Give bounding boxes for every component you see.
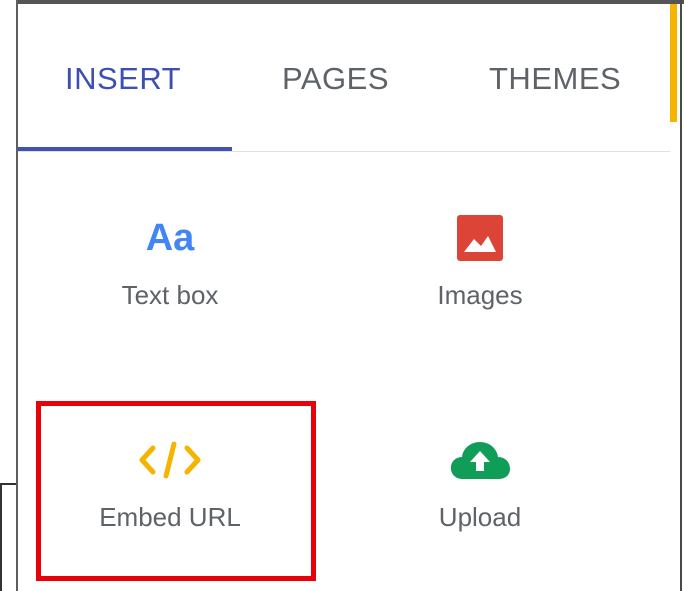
insert-panel-screen: INSERT PAGES THEMES Aa Text box Images E… <box>0 0 684 591</box>
upload-label: Upload <box>438 502 522 532</box>
background-window-edge-left <box>0 483 2 591</box>
image-icon <box>350 210 610 266</box>
tab-insert[interactable]: INSERT <box>65 54 181 104</box>
accent-strip <box>670 4 677 122</box>
insert-embed-url-button[interactable]: Embed URL <box>40 432 300 582</box>
insert-images-button[interactable]: Images <box>350 210 610 360</box>
images-label: Images <box>437 280 523 310</box>
embed-url-label: Embed URL <box>99 502 241 532</box>
text-aa-icon: Aa <box>145 217 195 259</box>
tab-bar: INSERT PAGES THEMES <box>18 4 670 152</box>
tab-divider <box>18 151 670 152</box>
tab-pages[interactable]: PAGES <box>282 54 389 104</box>
insert-upload-button[interactable]: Upload <box>350 432 610 582</box>
code-icon <box>40 432 300 488</box>
background-window-edge <box>0 483 17 485</box>
insert-text-box-button[interactable]: Aa Text box <box>40 210 300 360</box>
cloud-upload-icon <box>350 432 610 488</box>
tab-themes[interactable]: THEMES <box>489 54 621 104</box>
panel-border-right <box>680 0 682 591</box>
text-box-label: Text box <box>121 280 219 310</box>
